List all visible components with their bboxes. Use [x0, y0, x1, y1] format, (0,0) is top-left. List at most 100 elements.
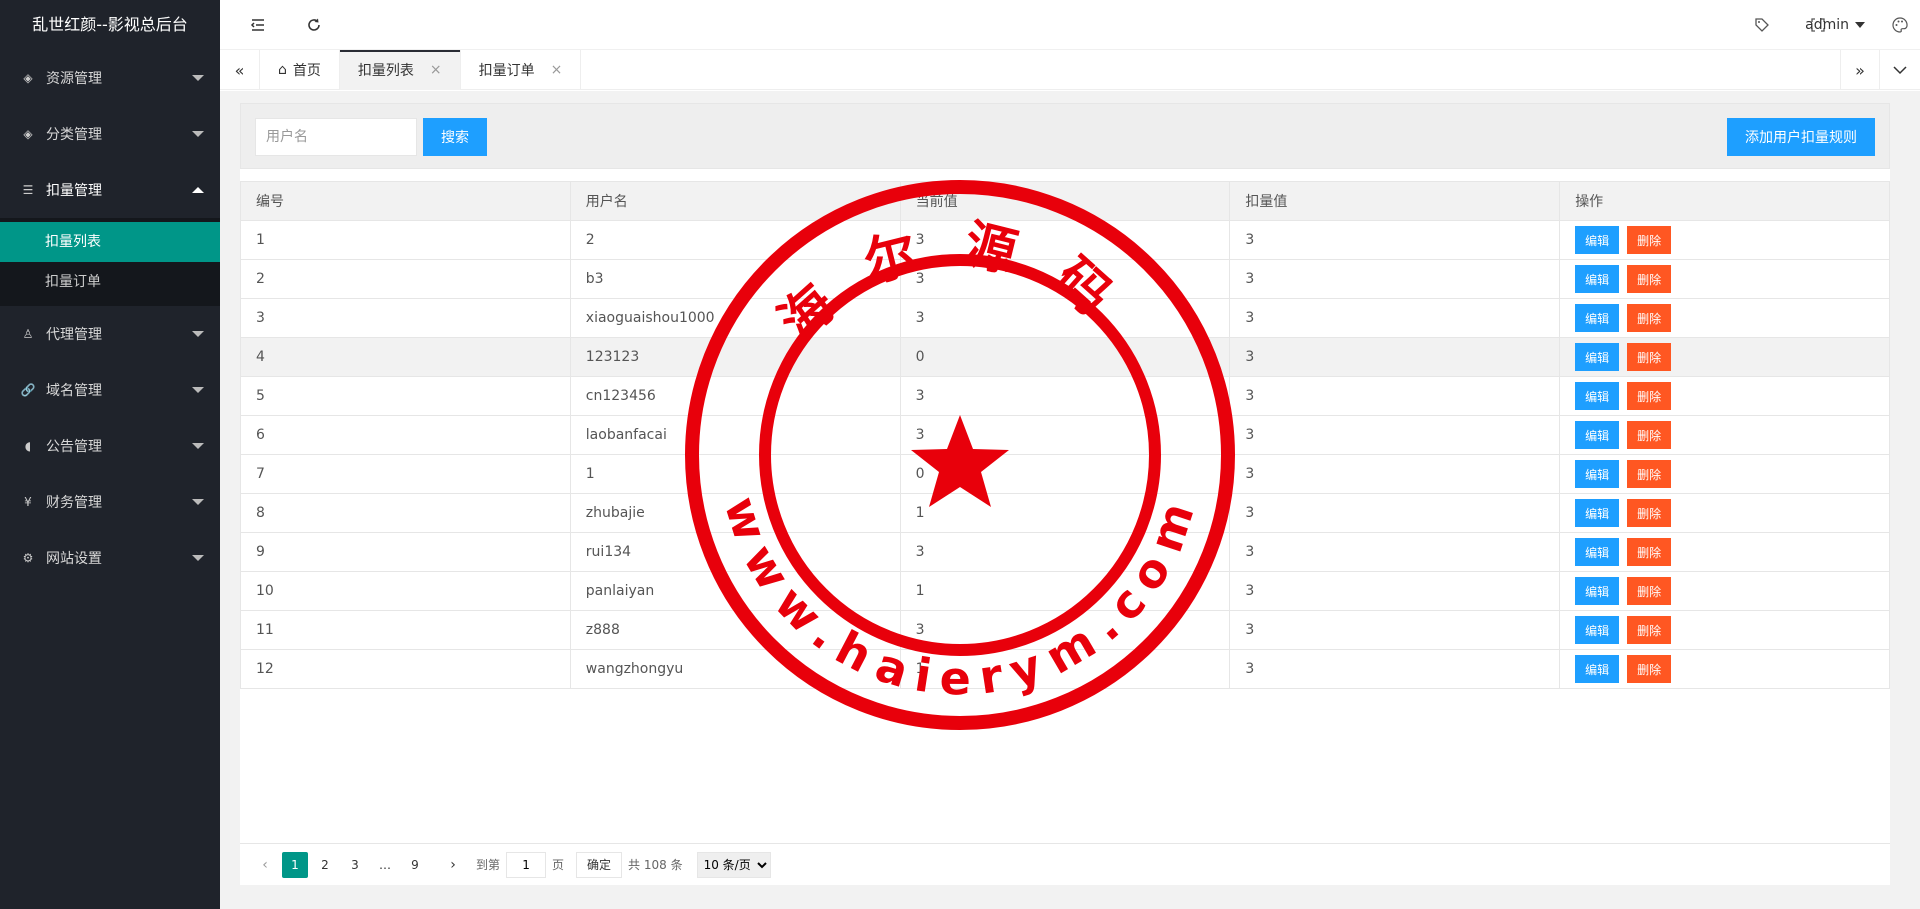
collapse-menu-button[interactable] [238, 0, 278, 50]
edit-button[interactable]: 编辑 [1575, 460, 1620, 488]
table-cell: 1 [569, 454, 901, 494]
table-cell: 9 [240, 532, 571, 572]
sidebar-item[interactable]: ◈ 分类管理 [0, 106, 220, 162]
sidebar-item[interactable]: 🔗 域名管理 [0, 362, 220, 418]
page-size-select[interactable]: 10 条/页 [696, 851, 771, 878]
edit-button[interactable]: 编辑 [1575, 382, 1620, 410]
username: admin [1805, 17, 1849, 33]
tabs-menu-button[interactable] [1880, 50, 1920, 90]
page-number-button[interactable]: 3 [342, 852, 368, 878]
edit-button[interactable]: 编辑 [1575, 226, 1620, 254]
edit-button[interactable]: 编辑 [1575, 538, 1620, 566]
table-cell: 0 [899, 337, 1231, 377]
delete-button[interactable]: 删除 [1627, 226, 1672, 254]
delete-button[interactable]: 删除 [1627, 538, 1672, 566]
delete-button[interactable]: 删除 [1627, 304, 1672, 332]
delete-button[interactable]: 删除 [1627, 460, 1672, 488]
search-button[interactable]: 搜索 [423, 118, 487, 156]
table-cell: rui134 [569, 532, 901, 572]
username-search-input[interactable] [255, 118, 417, 156]
edit-button[interactable]: 编辑 [1575, 577, 1620, 605]
yen-icon: ¥ [24, 495, 32, 509]
table-cell: 1 [899, 493, 1231, 533]
sidebar-item[interactable]: ¥ 财务管理 [0, 474, 220, 530]
sidebar-item[interactable]: ◈ 资源管理 [0, 50, 220, 106]
table-cell: 0 [899, 454, 1231, 494]
edit-button[interactable]: 编辑 [1575, 499, 1620, 527]
table-row: 5 cn123456 3 3 编辑 删除 [240, 376, 1890, 416]
column-header: 扣量值 [1229, 181, 1561, 221]
table-cell: 7 [240, 454, 571, 494]
tab[interactable]: 扣量列表 × [339, 50, 461, 90]
table-cell: 6 [240, 415, 571, 455]
page-number-button[interactable]: 2 [312, 852, 338, 878]
chevron-down-icon [192, 131, 204, 137]
delete-button[interactable]: 删除 [1627, 655, 1672, 683]
delete-button[interactable]: 删除 [1627, 382, 1672, 410]
sidebar-item[interactable]: ◖ 公告管理 [0, 418, 220, 474]
page-tabs: « ⌂ 首页 扣量列表 × 扣量订单 × » [220, 50, 1920, 90]
delete-button[interactable]: 删除 [1627, 499, 1672, 527]
layers-icon: ◈ [23, 71, 33, 85]
sidebar-subitem[interactable]: 扣量订单 [0, 262, 220, 302]
tabs-scroll-right-button[interactable]: » [1840, 50, 1880, 90]
table-cell: 1 [240, 220, 571, 260]
add-rule-button[interactable]: 添加用户扣量规则 [1727, 118, 1875, 156]
page-number-button[interactable]: 9 [402, 852, 428, 878]
column-header: 用户名 [569, 181, 901, 221]
table-cell: 2 [569, 220, 901, 260]
edit-button[interactable]: 编辑 [1575, 304, 1620, 332]
edit-button[interactable]: 编辑 [1575, 421, 1620, 449]
close-icon[interactable]: × [551, 62, 563, 78]
next-page-button[interactable]: › [440, 852, 466, 878]
delete-button[interactable]: 删除 [1627, 265, 1672, 293]
goto-confirm-button[interactable]: 确定 [576, 851, 623, 878]
table-cell: 3 [899, 415, 1231, 455]
sidebar-subitem[interactable]: 扣量列表 [0, 222, 220, 262]
table-cell: xiaoguaishou1000 [569, 298, 901, 338]
theme-button[interactable] [1880, 0, 1920, 50]
table-cell: 3 [1229, 571, 1561, 611]
goto-page-input[interactable] [506, 851, 547, 878]
tabs-scroll-left-button[interactable]: « [220, 50, 260, 90]
sidebar-item[interactable]: ☰ 扣量管理 [0, 162, 220, 218]
close-icon[interactable]: × [430, 62, 442, 78]
sidebar-item-label: 扣量管理 [46, 183, 102, 199]
sidebar-item[interactable]: ⚙ 网站设置 [0, 530, 220, 586]
actions-cell: 编辑 删除 [1559, 337, 1890, 377]
actions-cell: 编辑 删除 [1559, 610, 1890, 650]
table-cell: 12 [240, 649, 571, 689]
table-row: 4 123123 0 3 编辑 删除 [240, 337, 1890, 377]
table-cell: 3 [899, 376, 1231, 416]
table-cell: 3 [1229, 337, 1561, 377]
edit-button[interactable]: 编辑 [1575, 655, 1620, 683]
table-cell: 3 [899, 298, 1231, 338]
table-cell: 3 [1229, 415, 1561, 455]
user-menu[interactable]: admin [1805, 0, 1865, 50]
edit-button[interactable]: 编辑 [1575, 265, 1620, 293]
edit-button[interactable]: 编辑 [1575, 343, 1620, 371]
delete-button[interactable]: 删除 [1627, 421, 1672, 449]
page-number-button[interactable]: 1 [282, 851, 308, 878]
delete-button[interactable]: 删除 [1627, 343, 1672, 371]
chevron-down-icon [192, 499, 204, 505]
speaker-icon: ◖ [24, 439, 32, 453]
table-cell: 3 [899, 220, 1231, 260]
sidebar-item-label: 公告管理 [46, 439, 102, 455]
refresh-button[interactable] [294, 0, 334, 50]
prev-page-button[interactable]: ‹ [252, 852, 278, 878]
sidebar-item[interactable]: ♙ 代理管理 [0, 306, 220, 362]
tab[interactable]: ⌂ 首页 [260, 50, 340, 90]
edit-button[interactable]: 编辑 [1575, 616, 1620, 644]
tag-button[interactable] [1742, 0, 1782, 50]
menu-fold-icon [250, 19, 264, 31]
table-cell: 2 [240, 259, 571, 299]
tab[interactable]: 扣量订单 × [461, 50, 582, 90]
table-cell: 3 [1229, 610, 1561, 650]
tab-list: ⌂ 首页 扣量列表 × 扣量订单 × [260, 50, 582, 90]
table-row: 12 wangzhongyu 1 3 编辑 删除 [240, 649, 1890, 689]
actions-cell: 编辑 删除 [1559, 415, 1890, 455]
chevron-down-icon [192, 75, 204, 81]
delete-button[interactable]: 删除 [1627, 616, 1672, 644]
delete-button[interactable]: 删除 [1627, 577, 1672, 605]
